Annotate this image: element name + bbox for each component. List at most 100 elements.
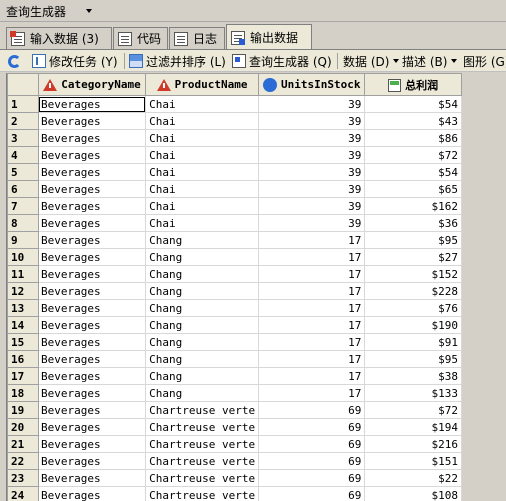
cell-categoryname[interactable]: Beverages: [37, 265, 147, 283]
cell-unitsinstock[interactable]: 39: [258, 129, 366, 147]
cell-total-profit[interactable]: $190: [364, 316, 462, 334]
cell-categoryname[interactable]: Beverages: [37, 435, 147, 453]
cell-categoryname[interactable]: Beverages: [37, 95, 147, 113]
table-row[interactable]: 6 Beverages Chai 39 $65: [7, 180, 462, 198]
cell-unitsinstock[interactable]: 17: [258, 282, 366, 300]
row-number[interactable]: 18: [7, 384, 39, 402]
table-row[interactable]: 21 Beverages Chartreuse verte 69 $216: [7, 435, 462, 453]
cell-total-profit[interactable]: $36: [364, 214, 462, 232]
cell-unitsinstock[interactable]: 39: [258, 214, 366, 232]
cell-unitsinstock[interactable]: 39: [258, 163, 366, 181]
row-number[interactable]: 22: [7, 452, 39, 470]
data-menu-button[interactable]: 数据 (D): [343, 53, 400, 69]
table-row[interactable]: 8 Beverages Chai 39 $36: [7, 214, 462, 232]
cell-total-profit[interactable]: $86: [364, 129, 462, 147]
query-builder-titlebar[interactable]: 查询生成器: [0, 0, 506, 22]
tab-input-data[interactable]: 输入数据 (3): [6, 27, 112, 49]
row-number[interactable]: 12: [7, 282, 39, 300]
cell-unitsinstock[interactable]: 17: [258, 299, 366, 317]
row-number[interactable]: 2: [7, 112, 39, 130]
cell-categoryname[interactable]: Beverages: [37, 384, 147, 402]
row-number[interactable]: 1: [7, 95, 39, 113]
cell-categoryname[interactable]: Beverages: [37, 401, 147, 419]
cell-unitsinstock[interactable]: 17: [258, 367, 366, 385]
table-row[interactable]: 4 Beverages Chai 39 $72: [7, 146, 462, 164]
table-row[interactable]: 24 Beverages Chartreuse verte 69 $108: [7, 486, 462, 501]
table-row[interactable]: 20 Beverages Chartreuse verte 69 $194: [7, 418, 462, 436]
table-row[interactable]: 11 Beverages Chang 17 $152: [7, 265, 462, 283]
cell-productname[interactable]: Chang: [145, 282, 260, 300]
column-header-categoryname[interactable]: CategoryName: [37, 73, 147, 96]
cell-unitsinstock[interactable]: 69: [258, 452, 366, 470]
cell-unitsinstock[interactable]: 69: [258, 401, 366, 419]
cell-total-profit[interactable]: $108: [364, 486, 462, 501]
table-row[interactable]: 18 Beverages Chang 17 $133: [7, 384, 462, 402]
cell-total-profit[interactable]: $216: [364, 435, 462, 453]
cell-productname[interactable]: Chang: [145, 333, 260, 351]
cell-total-profit[interactable]: $91: [364, 333, 462, 351]
cell-productname[interactable]: Chai: [145, 180, 260, 198]
cell-categoryname[interactable]: Beverages: [37, 486, 147, 501]
row-number[interactable]: 8: [7, 214, 39, 232]
column-header-unitsinstock[interactable]: UnitsInStock: [258, 73, 366, 96]
cell-unitsinstock[interactable]: 69: [258, 469, 366, 487]
cell-unitsinstock[interactable]: 69: [258, 418, 366, 436]
row-number[interactable]: 17: [7, 367, 39, 385]
table-row[interactable]: 10 Beverages Chang 17 $27: [7, 248, 462, 266]
cell-total-profit[interactable]: $151: [364, 452, 462, 470]
table-row[interactable]: 1 Beverages Chai 39 $54: [7, 95, 462, 113]
cell-unitsinstock[interactable]: 17: [258, 333, 366, 351]
query-builder-button[interactable]: 查询生成器 (Q): [232, 53, 332, 69]
cell-unitsinstock[interactable]: 17: [258, 384, 366, 402]
table-row[interactable]: 19 Beverages Chartreuse verte 69 $72: [7, 401, 462, 419]
row-number[interactable]: 13: [7, 299, 39, 317]
cell-categoryname[interactable]: Beverages: [37, 316, 147, 334]
cell-unitsinstock[interactable]: 39: [258, 197, 366, 215]
cell-unitsinstock[interactable]: 69: [258, 486, 366, 501]
table-row[interactable]: 7 Beverages Chai 39 $162: [7, 197, 462, 215]
cell-categoryname[interactable]: Beverages: [37, 452, 147, 470]
row-number[interactable]: 24: [7, 486, 39, 501]
cell-productname[interactable]: Chartreuse verte: [145, 469, 260, 487]
cell-categoryname[interactable]: Beverages: [37, 333, 147, 351]
describe-menu-button[interactable]: 描述 (B): [402, 53, 458, 69]
filter-sort-button[interactable]: 过滤并排序 (L): [129, 53, 226, 69]
table-row[interactable]: 23 Beverages Chartreuse verte 69 $22: [7, 469, 462, 487]
cell-total-profit[interactable]: $162: [364, 197, 462, 215]
table-row[interactable]: 15 Beverages Chang 17 $91: [7, 333, 462, 351]
cell-total-profit[interactable]: $72: [364, 401, 462, 419]
cell-total-profit[interactable]: $65: [364, 180, 462, 198]
table-row[interactable]: 9 Beverages Chang 17 $95: [7, 231, 462, 249]
cell-unitsinstock[interactable]: 17: [258, 265, 366, 283]
row-number[interactable]: 5: [7, 163, 39, 181]
cell-total-profit[interactable]: $38: [364, 367, 462, 385]
cell-total-profit[interactable]: $133: [364, 384, 462, 402]
cell-categoryname[interactable]: Beverages: [37, 197, 147, 215]
cell-unitsinstock[interactable]: 17: [258, 316, 366, 334]
cell-categoryname[interactable]: Beverages: [37, 112, 147, 130]
table-row[interactable]: 22 Beverages Chartreuse verte 69 $151: [7, 452, 462, 470]
cell-categoryname[interactable]: Beverages: [37, 214, 147, 232]
cell-categoryname[interactable]: Beverages: [37, 146, 147, 164]
modify-task-button[interactable]: 修改任务 (Y): [32, 53, 118, 69]
cell-categoryname[interactable]: Beverages: [37, 129, 147, 147]
row-number[interactable]: 15: [7, 333, 39, 351]
cell-productname[interactable]: Chang: [145, 265, 260, 283]
tab-code[interactable]: 代码: [113, 27, 168, 49]
cell-categoryname[interactable]: Beverages: [37, 418, 147, 436]
table-row[interactable]: 12 Beverages Chang 17 $228: [7, 282, 462, 300]
row-number[interactable]: 19: [7, 401, 39, 419]
cell-total-profit[interactable]: $72: [364, 146, 462, 164]
cell-productname[interactable]: Chai: [145, 95, 260, 113]
cell-total-profit[interactable]: $228: [364, 282, 462, 300]
row-number[interactable]: 14: [7, 316, 39, 334]
cell-productname[interactable]: Chang: [145, 231, 260, 249]
cell-productname[interactable]: Chai: [145, 146, 260, 164]
table-row[interactable]: 3 Beverages Chai 39 $86: [7, 129, 462, 147]
cell-categoryname[interactable]: Beverages: [37, 282, 147, 300]
table-row[interactable]: 14 Beverages Chang 17 $190: [7, 316, 462, 334]
cell-productname[interactable]: Chang: [145, 384, 260, 402]
table-row[interactable]: 5 Beverages Chai 39 $54: [7, 163, 462, 181]
table-row[interactable]: 17 Beverages Chang 17 $38: [7, 367, 462, 385]
cell-unitsinstock[interactable]: 17: [258, 231, 366, 249]
